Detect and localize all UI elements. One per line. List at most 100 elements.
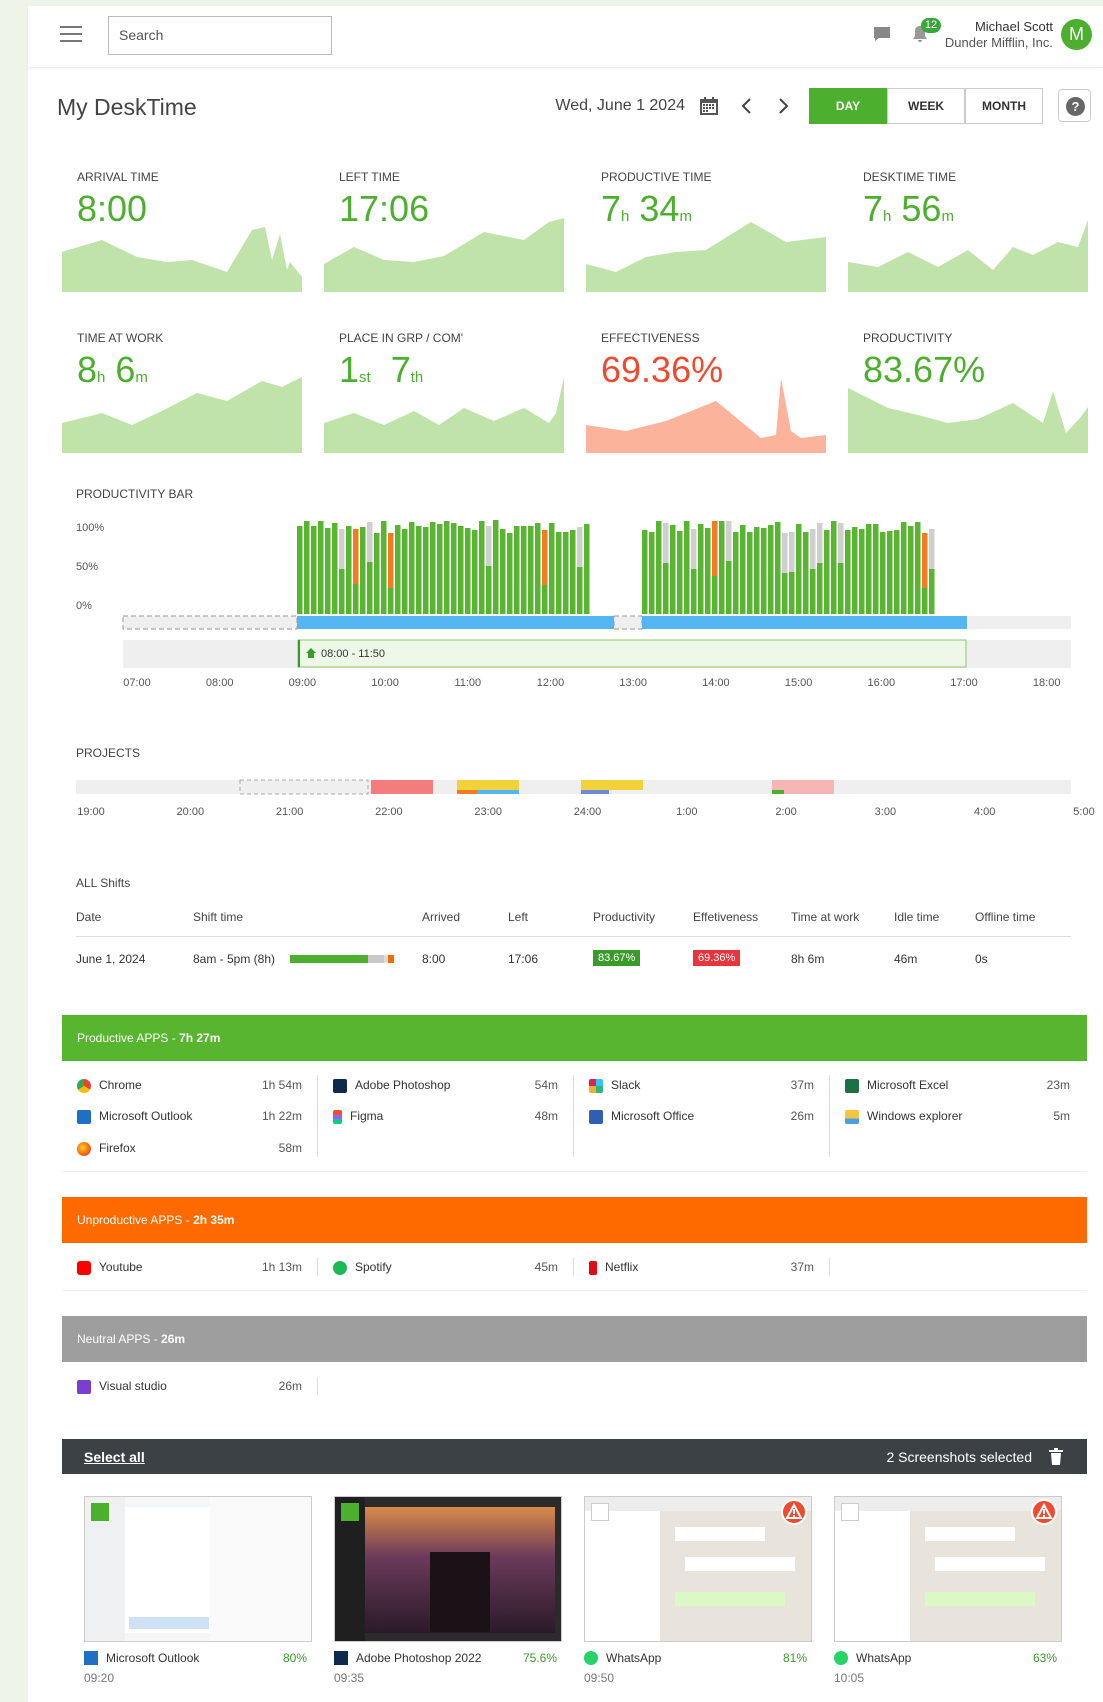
shift-range[interactable]	[297, 639, 967, 668]
screenshot-thumbnail[interactable]	[334, 1496, 562, 1642]
productivity-bar	[642, 530, 648, 614]
project-block[interactable]	[371, 780, 433, 794]
netflix-icon	[589, 1260, 597, 1275]
app-item-photoshop[interactable]: Adobe Photoshop	[333, 1076, 450, 1094]
productivity-bar	[887, 531, 893, 614]
shift-label: 08:00 - 11:50	[321, 648, 386, 660]
app-item-netflix[interactable]: Netflix	[589, 1258, 638, 1276]
screenshot-time: 10:05	[834, 1671, 865, 1685]
unproductive-apps-header[interactable]: Unproductive APPS - 2h 35m	[62, 1197, 1087, 1243]
app-time: 5m	[1053, 1109, 1070, 1123]
x-tick: 4:00	[973, 806, 996, 818]
productivity-bar	[796, 524, 802, 614]
app-item-figma[interactable]: Figma	[333, 1107, 383, 1125]
outlook-icon	[84, 1651, 98, 1665]
x-tick: 07:00	[123, 677, 151, 689]
app-time: 1h 13m	[261, 1260, 302, 1274]
x-tick: 23:00	[474, 806, 502, 818]
excel-icon	[845, 1078, 859, 1093]
col-header: Time at work	[791, 910, 860, 924]
projects-timeline	[76, 779, 1071, 795]
x-tick: 09:00	[288, 677, 317, 689]
neutral-apps-header[interactable]: Neutral APPS - 26m	[62, 1316, 1087, 1362]
column-divider	[317, 1377, 318, 1395]
app-item-slack[interactable]: Slack	[589, 1076, 640, 1094]
screenshot-checkbox[interactable]	[841, 1503, 859, 1521]
col-header: Offline time	[975, 910, 1036, 924]
app-item-spotify[interactable]: Spotify	[333, 1258, 392, 1276]
x-tick: 1:00	[676, 806, 698, 818]
productivity-bar	[656, 521, 662, 614]
app-item-chrome[interactable]: Chrome	[77, 1076, 142, 1094]
productivity-bar	[866, 524, 872, 614]
unproductive-apps-title: Unproductive APPS -	[77, 1213, 194, 1227]
productivity-bar	[381, 521, 387, 614]
productivity-bar	[577, 567, 583, 614]
app-item-visual-studio[interactable]: Visual studio	[77, 1377, 167, 1395]
productivity-bar	[542, 585, 548, 614]
productivity-bar	[353, 584, 359, 614]
productivity-bar	[549, 523, 555, 614]
effectiveness-badge: 69.36%	[693, 950, 741, 966]
screenshot-percent: 81%	[782, 1651, 807, 1665]
column-divider	[317, 1075, 318, 1157]
productivity-bar	[803, 532, 809, 614]
project-block[interactable]	[457, 780, 519, 790]
productivity-bar	[810, 569, 816, 614]
project-block	[581, 790, 609, 794]
screenshot-checkbox[interactable]	[341, 1503, 359, 1521]
screenshot-thumbnail[interactable]	[584, 1496, 812, 1642]
project-block[interactable]	[581, 780, 643, 790]
x-tick: 11:00	[454, 677, 482, 689]
table-divider	[76, 936, 1071, 937]
productivity-bar	[472, 530, 478, 614]
app-item-youtube[interactable]: Youtube	[77, 1258, 143, 1276]
app-item-firefox[interactable]: Firefox	[77, 1139, 136, 1157]
productivity-bar	[740, 525, 746, 614]
productivity-bar	[451, 523, 457, 614]
productive-apps-header[interactable]: Productive APPS - 7h 27m	[62, 1015, 1087, 1061]
productivity-bar-chart	[122, 520, 1071, 668]
app-item-office[interactable]: Microsoft Office	[589, 1107, 694, 1125]
cell-productivity: 83.67%	[593, 950, 641, 966]
projects-title: PROJECTS	[76, 746, 141, 760]
productivity-bar	[684, 521, 690, 614]
productivity-bar	[782, 573, 788, 614]
select-all-link[interactable]: Select all	[84, 1449, 145, 1465]
app-time: 37m	[790, 1260, 814, 1274]
column-divider	[573, 1075, 574, 1157]
screenshot-checkbox[interactable]	[91, 1503, 109, 1521]
figma-icon	[333, 1109, 342, 1124]
screenshot-percent: 63%	[1032, 1651, 1057, 1665]
x-tick: 17:00	[950, 677, 978, 689]
productivity-bar	[500, 529, 506, 614]
screenshot-checkbox[interactable]	[591, 1503, 609, 1521]
productivity-bar	[852, 527, 858, 614]
productivity-badge: 83.67%	[593, 950, 641, 966]
productivity-bar	[831, 521, 837, 614]
selected-count: 2 Screenshots selected	[886, 1449, 1032, 1465]
productivity-bar	[712, 576, 718, 614]
unproductive-apps-total: 2h 35m	[193, 1213, 235, 1227]
productivity-bar	[346, 526, 352, 614]
cell-left: 17:06	[508, 952, 539, 966]
productivity-bar	[726, 561, 732, 614]
productivity-bar	[845, 530, 851, 614]
x-tick: 5:00	[1073, 806, 1095, 818]
app-item-outlook[interactable]: Microsoft Outlook	[77, 1107, 192, 1125]
productivity-bar	[929, 569, 935, 614]
x-tick: 15:00	[784, 677, 813, 689]
youtube-icon	[77, 1260, 91, 1275]
app-item-excel[interactable]: Microsoft Excel	[845, 1076, 948, 1094]
productivity-bar	[465, 528, 471, 614]
screenshot-app-name: WhatsApp	[606, 1651, 662, 1665]
productivity-bar	[789, 572, 795, 614]
screenshot-thumbnail[interactable]	[84, 1496, 312, 1642]
productivity-bar	[304, 521, 310, 614]
screenshot-thumbnail[interactable]	[834, 1496, 1062, 1642]
app-item-windows-explorer[interactable]: Windows explorer	[845, 1107, 962, 1125]
trash-icon[interactable]	[1049, 1448, 1063, 1465]
cell-date: June 1, 2024	[76, 952, 146, 966]
productivity-bar	[768, 525, 774, 614]
productivity-bar	[775, 522, 781, 614]
